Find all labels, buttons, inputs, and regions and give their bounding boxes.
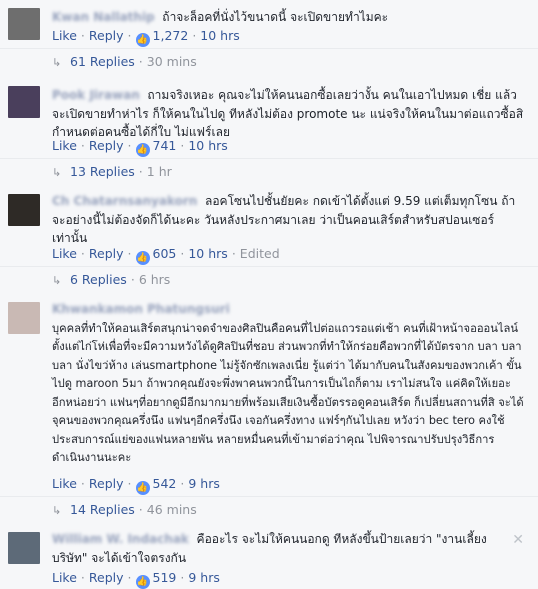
separator: · (80, 138, 85, 153)
thumbs-up-icon: 👍 (135, 481, 150, 495)
timestamp[interactable]: 9 hrs (188, 476, 220, 491)
comment-text: บุคคลที่ทำให้คอนเสิร์ตสนุกน่าจดจำของศิลป… (52, 321, 524, 465)
like-count[interactable]: 👍 1,272 (135, 28, 189, 47)
commenter-name[interactable]: Khwankamon Phatungsuri (52, 302, 230, 316)
like-count-value: 741 (152, 138, 177, 153)
like-count[interactable]: 👍 741 (135, 138, 177, 157)
separator: · (180, 138, 185, 153)
reply-arrow-icon: ↳ (52, 504, 62, 517)
separator: · (127, 138, 132, 153)
reply-link[interactable]: Reply (89, 138, 124, 153)
comment: Khwankamon Phatungsuri บุคคลที่ทำให้คอนเ… (0, 296, 538, 522)
separator: · (180, 476, 185, 491)
reply-link[interactable]: Reply (89, 28, 124, 43)
commenter-name[interactable]: William W. Indachak (52, 532, 189, 546)
view-replies[interactable]: ↳ 14 Replies · 46 mins (52, 502, 524, 517)
reply-link[interactable]: Reply (89, 246, 124, 261)
avatar[interactable] (8, 532, 40, 564)
separator: · (138, 502, 143, 517)
comment-actions: Like · Reply · 👍 519 · 9 hrs (52, 570, 220, 589)
reply-arrow-icon: ↳ (52, 166, 62, 179)
close-icon[interactable]: ✕ (512, 532, 524, 548)
view-replies[interactable]: ↳ 6 Replies · 6 hrs (52, 272, 524, 287)
separator: · (192, 28, 197, 43)
like-count[interactable]: 👍 605 (135, 246, 177, 265)
reply-link[interactable]: Reply (89, 570, 124, 585)
like-count-value: 542 (152, 476, 177, 491)
like-link[interactable]: Like (52, 138, 77, 153)
separator: · (80, 28, 85, 43)
timestamp[interactable]: 9 hrs (188, 570, 220, 585)
comment: Kwan Nallathip ถ้าจะล็อคที่นั่งไว้ขนาดนี… (0, 0, 538, 88)
comment: Ch Chatarnsanyakorn ลอคโซนไปชั้นยัยคะ กด… (0, 188, 538, 298)
like-link[interactable]: Like (52, 246, 77, 261)
separator: · (127, 570, 132, 585)
comment: William W. Indachak คืออะไร จะไม่ให้คนนอ… (0, 524, 538, 589)
like-count[interactable]: 👍 542 (135, 476, 177, 495)
comment-actions: Like · Reply · 👍 741 · 10 hrs (52, 138, 228, 157)
separator: · (80, 570, 85, 585)
separator: · (127, 476, 132, 491)
commenter-name[interactable]: Kwan Nallathip (52, 10, 155, 24)
comment-actions: Like · Reply · 👍 1,272 · 10 hrs (52, 28, 240, 47)
thumbs-up-icon: 👍 (135, 33, 150, 47)
separator: · (180, 246, 185, 261)
separator: · (138, 164, 143, 179)
reply-arrow-icon: ↳ (52, 274, 62, 287)
view-replies[interactable]: ↳ 61 Replies · 30 mins (52, 54, 524, 69)
replies-time: 30 mins (146, 54, 197, 69)
timestamp[interactable]: 10 hrs (188, 246, 227, 261)
divider (0, 158, 538, 159)
avatar[interactable] (8, 302, 40, 334)
replies-count[interactable]: 6 Replies (70, 272, 127, 287)
avatar[interactable] (8, 8, 40, 40)
avatar[interactable] (8, 86, 40, 118)
separator: · (138, 54, 143, 69)
separator: · (127, 28, 132, 43)
comment: Pook Jirawan ถามจริงเหอะ คุณจะไม่ให้คนนอ… (0, 80, 538, 190)
like-link[interactable]: Like (52, 570, 77, 585)
replies-count[interactable]: 14 Replies (70, 502, 135, 517)
divider (0, 266, 538, 267)
replies-count[interactable]: 13 Replies (70, 164, 135, 179)
like-count-value: 1,272 (152, 28, 189, 43)
replies-time: 46 mins (146, 502, 197, 517)
separator: · (127, 246, 132, 261)
separator: · (180, 570, 185, 585)
replies-time: 6 hrs (138, 272, 171, 287)
reply-link[interactable]: Reply (89, 476, 124, 491)
comment-feed: Kwan Nallathip ถ้าจะล็อคที่นั่งไว้ขนาดนี… (0, 0, 538, 589)
thumbs-up-icon: 👍 (135, 575, 150, 589)
like-link[interactable]: Like (52, 28, 77, 43)
thumbs-up-icon: 👍 (135, 143, 150, 157)
like-count-value: 519 (152, 570, 177, 585)
commenter-name[interactable]: Pook Jirawan (52, 88, 140, 102)
separator: · (80, 246, 85, 261)
reply-arrow-icon: ↳ (52, 56, 62, 69)
divider (0, 48, 538, 49)
like-count-value: 605 (152, 246, 177, 261)
view-replies[interactable]: ↳ 13 Replies · 1 hr (52, 164, 524, 179)
separator: · (130, 272, 135, 287)
like-count[interactable]: 👍 519 (135, 570, 177, 589)
thumbs-up-icon: 👍 (135, 251, 150, 265)
like-link[interactable]: Like (52, 476, 77, 491)
timestamp[interactable]: 10 hrs (200, 28, 239, 43)
separator: · (80, 476, 85, 491)
edited-label[interactable]: Edited (240, 246, 280, 261)
replies-time: 1 hr (146, 164, 172, 179)
divider (0, 496, 538, 497)
avatar[interactable] (8, 194, 40, 226)
comment-text: ถ้าจะล็อคที่นั่งไว้ขนาดนี้ จะเปิดขายทำไม… (162, 10, 389, 24)
commenter-name[interactable]: Ch Chatarnsanyakorn (52, 194, 197, 208)
replies-count[interactable]: 61 Replies (70, 54, 135, 69)
timestamp[interactable]: 10 hrs (188, 138, 227, 153)
separator: · (231, 246, 236, 261)
comment-actions: Like · Reply · 👍 605 · 10 hrs · Edited (52, 246, 280, 265)
comment-actions: Like · Reply · 👍 542 · 9 hrs (52, 476, 220, 495)
